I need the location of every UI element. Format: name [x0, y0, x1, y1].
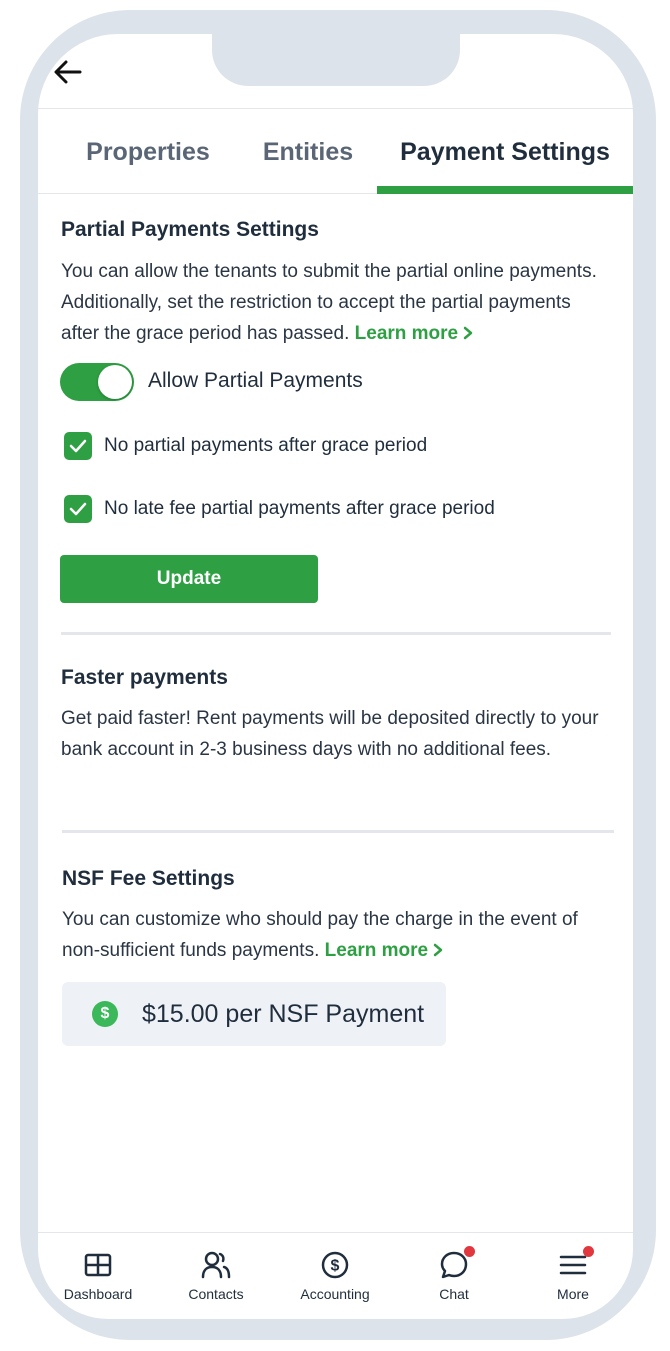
tab-properties[interactable]: Properties — [68, 110, 228, 194]
header-divider — [38, 108, 633, 109]
nav-more-label: More — [557, 1286, 589, 1302]
contacts-icon — [199, 1248, 233, 1282]
hamburger-menu-icon — [556, 1246, 594, 1282]
dollar-circle-icon: $ — [318, 1248, 352, 1282]
nsf-learn-more-link[interactable]: Learn more — [325, 940, 444, 961]
checkmark-icon — [69, 502, 87, 516]
no-late-fee-partial-checkbox[interactable] — [64, 495, 92, 523]
partial-payments-text: You can allow the tenants to submit the … — [61, 261, 597, 344]
nav-accounting[interactable]: $ Accounting — [280, 1248, 390, 1308]
tab-bar: Properties Entities Payment Settings — [38, 110, 633, 194]
chat-notification-badge — [464, 1246, 475, 1257]
active-tab-indicator — [377, 186, 633, 194]
partial-payments-learn-more-link[interactable]: Learn more — [355, 323, 474, 344]
partial-payments-title: Partial Payments Settings — [61, 218, 319, 241]
faster-payments-title: Faster payments — [61, 666, 228, 689]
chat-bubble-icon — [437, 1246, 475, 1282]
arrow-left-icon — [54, 60, 82, 84]
nav-contacts-label: Contacts — [188, 1286, 244, 1302]
no-partial-after-grace-checkbox[interactable] — [64, 432, 92, 460]
nsf-fee-text: You can customize who should pay the cha… — [62, 909, 578, 961]
phone-notch — [212, 22, 460, 86]
chevron-right-icon — [464, 326, 473, 340]
nav-accounting-label: Accounting — [300, 1286, 370, 1302]
allow-partial-payments-toggle[interactable] — [60, 363, 134, 401]
nav-chat[interactable]: Chat — [399, 1246, 509, 1308]
dollar-circle-icon: $ — [92, 1001, 118, 1027]
section-divider — [61, 632, 611, 635]
nsf-fee-amount: $15.00 per NSF Payment — [142, 999, 425, 1028]
nsf-fee-description: You can customize who should pay the cha… — [62, 904, 612, 966]
nav-dashboard[interactable]: Dashboard — [43, 1248, 153, 1308]
nav-chat-label: Chat — [439, 1286, 469, 1302]
allow-partial-payments-label: Allow Partial Payments — [148, 369, 363, 392]
nav-contacts[interactable]: Contacts — [161, 1248, 271, 1308]
back-button[interactable] — [52, 56, 84, 88]
update-button[interactable]: Update — [60, 555, 318, 603]
tab-entities[interactable]: Entities — [248, 110, 368, 194]
chevron-right-icon — [434, 943, 443, 957]
tab-payment-settings[interactable]: Payment Settings — [377, 110, 633, 194]
nsf-fee-title: NSF Fee Settings — [62, 867, 235, 890]
nav-dashboard-label: Dashboard — [63, 1286, 133, 1302]
partial-payments-description: You can allow the tenants to submit the … — [61, 256, 611, 349]
checkmark-icon — [69, 439, 87, 453]
svg-text:$: $ — [331, 1258, 340, 1275]
toggle-knob — [98, 365, 132, 399]
bottom-nav-divider — [38, 1232, 633, 1233]
more-notification-badge — [583, 1246, 594, 1257]
no-partial-after-grace-label: No partial payments after grace period — [104, 435, 428, 456]
nsf-fee-setting[interactable]: $ $15.00 per NSF Payment — [62, 982, 446, 1046]
nav-more[interactable]: More — [518, 1246, 628, 1308]
section-divider — [62, 830, 614, 833]
no-late-fee-partial-label: No late fee partial payments after grace… — [104, 498, 495, 519]
faster-payments-description: Get paid faster! Rent payments will be d… — [61, 708, 599, 760]
dashboard-grid-icon — [81, 1248, 115, 1282]
